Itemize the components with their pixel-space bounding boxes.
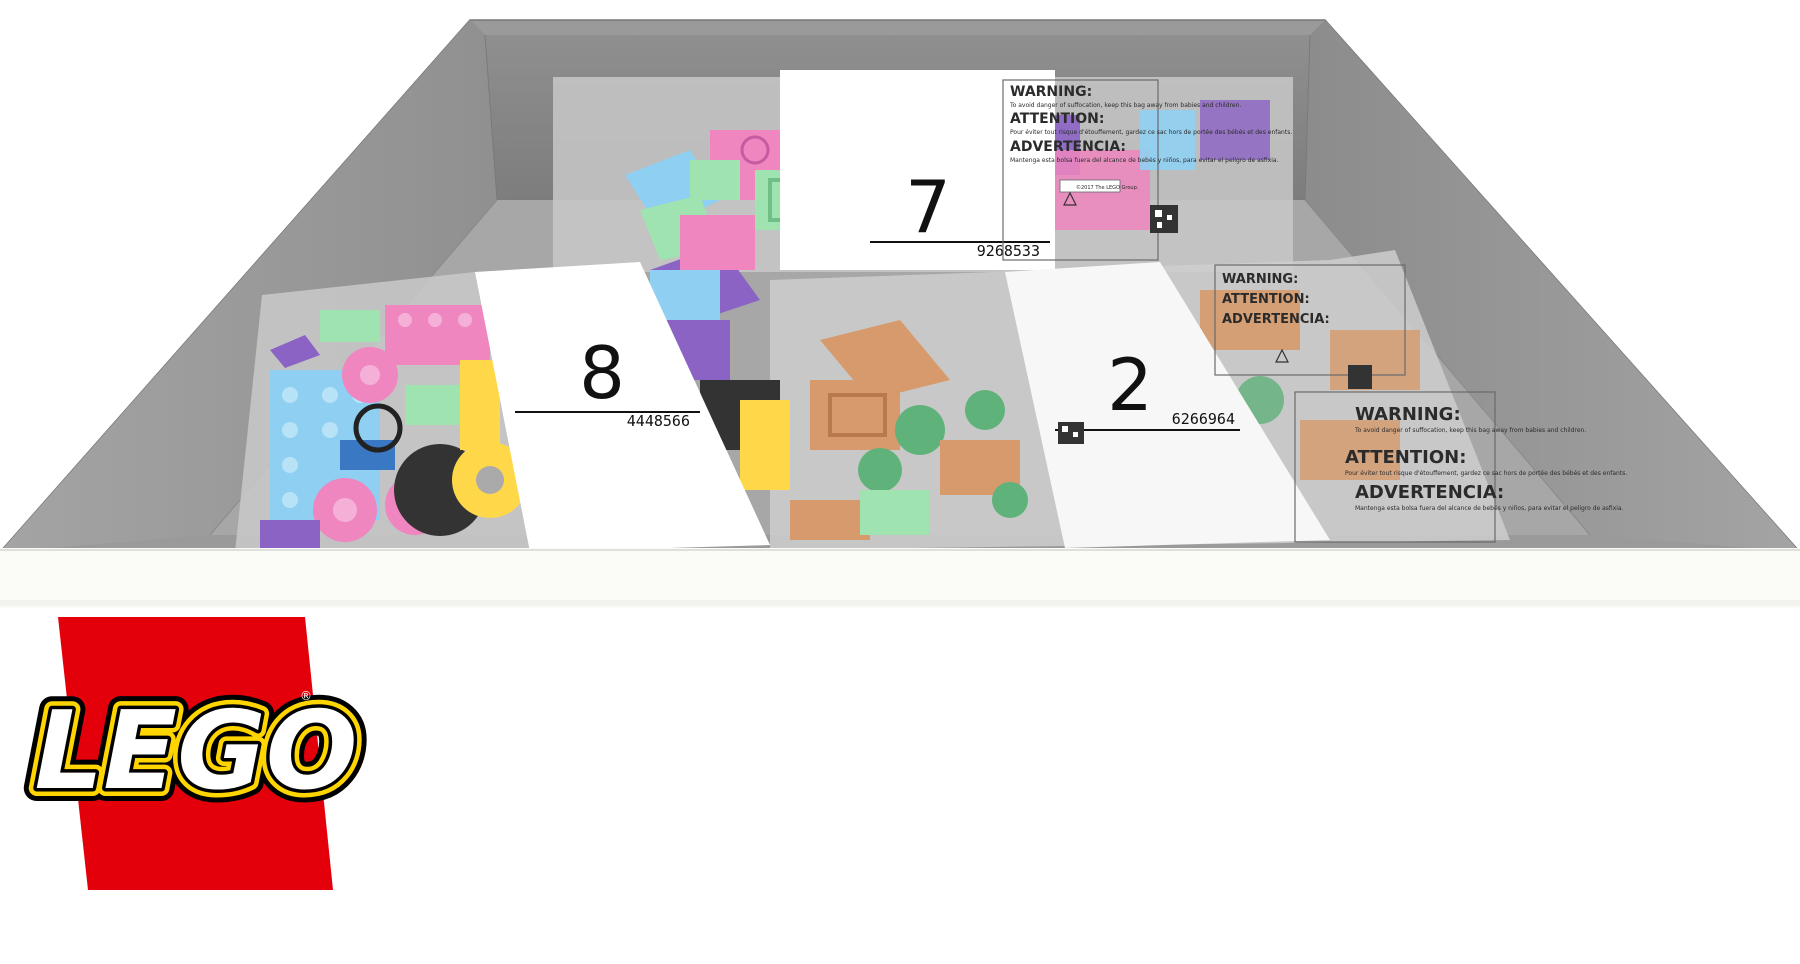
svg-text:WARNING:: WARNING:: [1222, 272, 1298, 287]
svg-text:ADVERTENCIA:: ADVERTENCIA:: [1355, 482, 1504, 503]
svg-text:ATTENTION:: ATTENTION:: [1222, 292, 1310, 307]
svg-text:LEGO: LEGO: [34, 689, 357, 814]
svg-text:ATTENTION:: ATTENTION:: [1345, 447, 1466, 468]
lego-logo: LEGO LEGO LEGO LEGO ®: [21, 617, 371, 890]
svg-text:Mantenga esta bolsa fuera del: Mantenga esta bolsa fuera del alcance de…: [1355, 505, 1624, 512]
svg-text:ATTENTION:: ATTENTION:: [1010, 111, 1104, 127]
bag-2-number: 2: [1107, 343, 1153, 427]
svg-text:Mantenga esta bolsa fuera del: Mantenga esta bolsa fuera del alcance de…: [1010, 157, 1279, 164]
svg-text:To avoid danger of suffocation: To avoid danger of suffocation, keep thi…: [1009, 102, 1241, 109]
svg-text:Pour éviter tout risque d'étou: Pour éviter tout risque d'étouffement, g…: [1010, 129, 1292, 136]
bag-8-code: 4448566: [627, 412, 690, 430]
svg-text:Pour éviter tout risque d'étou: Pour éviter tout risque d'étouffement, g…: [1345, 470, 1627, 477]
bag-8[interactable]: 8 4448566: [235, 262, 790, 552]
svg-text:WARNING:: WARNING:: [1010, 84, 1092, 100]
svg-text:ADVERTENCIA:: ADVERTENCIA:: [1222, 312, 1330, 327]
bag-2-code: 6266964: [1172, 410, 1235, 428]
bag-7-code: 9268533: [977, 242, 1040, 260]
qr-code-icon: [1058, 422, 1084, 444]
lego-tray-scene: 7 9268533 WARNING: To avoid danger of su…: [0, 19, 1800, 890]
svg-text:®: ®: [300, 689, 312, 703]
qr-code-icon: [1348, 365, 1372, 389]
svg-text:To avoid danger of suffocation: To avoid danger of suffocation, keep thi…: [1354, 427, 1586, 434]
bag-7-number: 7: [905, 165, 951, 249]
svg-text:WARNING:: WARNING:: [1355, 404, 1461, 425]
tray-front-rim: [0, 548, 1800, 608]
qr-code-icon: [1150, 205, 1178, 233]
bag-8-number: 8: [579, 331, 625, 415]
svg-text:©2017 The LEGO Group.: ©2017 The LEGO Group.: [1076, 184, 1139, 191]
svg-text:ADVERTENCIA:: ADVERTENCIA:: [1010, 139, 1126, 155]
